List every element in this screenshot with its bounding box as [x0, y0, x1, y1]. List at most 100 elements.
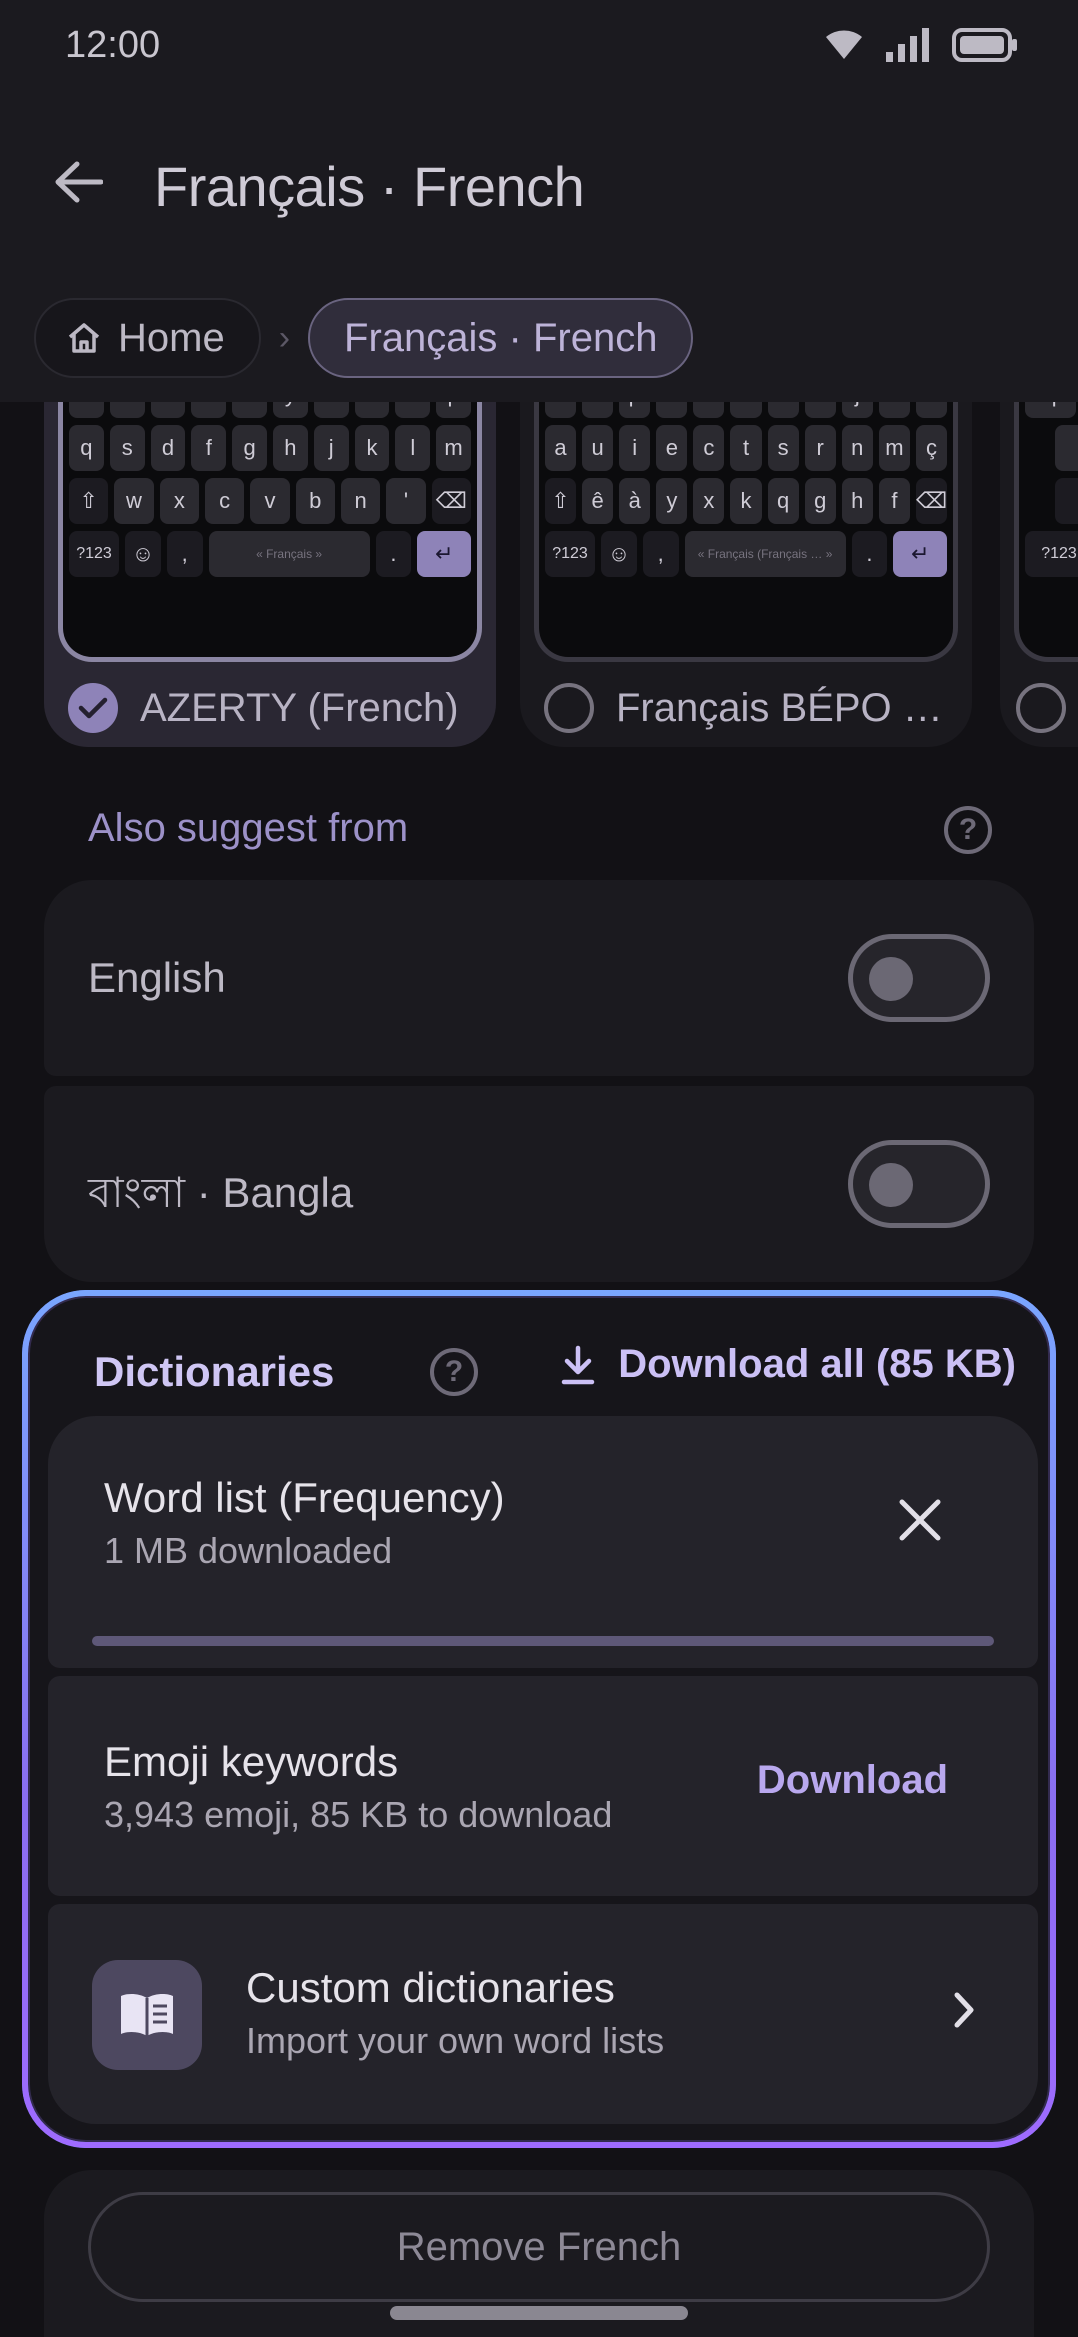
- layout-carousel[interactable]: azertyuiop qsdfghjklm ⇧wxcvbn'⌫ ?123☺,« …: [0, 402, 1078, 752]
- key: h: [272, 425, 308, 471]
- home-icon: [68, 323, 100, 353]
- key-row: a: [1049, 425, 1078, 471]
- key: p: [619, 402, 651, 418]
- backspace-key: ⌫: [431, 478, 471, 524]
- word-list-item[interactable]: Word list (Frequency) 1 MB downloaded: [48, 1416, 1038, 1668]
- app-bar: Français · French: [0, 120, 1078, 250]
- layout-option[interactable]: Français BÉPO …: [544, 683, 943, 733]
- keyboard-preview: bépoèvdljzw auiectsrnmç ⇧êàyxkqghf⌫ ?123…: [534, 402, 958, 662]
- screen: 12:00 Français · French Home › Français …: [0, 0, 1078, 2337]
- enter-key-icon: ↵: [893, 531, 947, 577]
- progress-bar: [92, 1636, 994, 1646]
- key: q: [69, 425, 104, 471]
- suggest-item-bangla[interactable]: বাংলা · Bangla: [44, 1086, 1034, 1282]
- key-row: azertyuiop: [63, 402, 477, 418]
- key: u: [582, 425, 614, 471]
- key-row: ⇧ ê à y x k q g h f ⌫: [539, 478, 953, 524]
- back-button[interactable]: [48, 152, 108, 212]
- key: .: [375, 531, 412, 577]
- key: ç: [915, 425, 948, 471]
- enter-key-icon: ↵: [417, 531, 471, 577]
- download-button[interactable]: Download: [757, 1758, 948, 1803]
- key: x: [159, 478, 199, 524]
- key: n: [340, 478, 381, 524]
- dictionaries-title: Dictionaries: [94, 1348, 335, 1395]
- key: ': [386, 478, 426, 524]
- toggle-knob: [869, 957, 913, 1001]
- close-icon[interactable]: [898, 1498, 942, 1547]
- toggle-switch[interactable]: [848, 934, 990, 1022]
- key: r: [804, 425, 836, 471]
- dictionaries-section: Dictionaries ? Download all (85 KB) Word…: [22, 1290, 1056, 2148]
- breadcrumb-home[interactable]: Home: [34, 298, 261, 378]
- key: r: [191, 402, 227, 418]
- help-icon[interactable]: ?: [944, 806, 992, 854]
- status-icons: [824, 28, 1018, 62]
- key: v: [250, 478, 290, 524]
- top-bar: 12:00 Français · French Home › Français …: [0, 0, 1078, 402]
- key: a: [69, 402, 104, 418]
- layout-option[interactable]: AZERTY (French): [68, 683, 459, 733]
- layout-option[interactable]: [1016, 683, 1066, 733]
- key: ,: [642, 531, 679, 577]
- breadcrumb: Home › Français · French: [34, 298, 694, 378]
- suggest-section-title: Also suggest from: [88, 806, 409, 850]
- space-key: « Français (Français … »: [684, 531, 846, 577]
- download-icon: [561, 1345, 595, 1384]
- radio-unchecked-icon[interactable]: [1016, 683, 1066, 733]
- breadcrumb-current[interactable]: Français · French: [308, 298, 694, 378]
- book-icon: [92, 1960, 202, 2070]
- status-time: 12:00: [65, 24, 161, 66]
- key: p: [436, 402, 471, 418]
- emoji-keywords-item[interactable]: Emoji keywords 3,943 emoji, 85 KB to dow…: [48, 1676, 1038, 1896]
- key: x: [693, 478, 725, 524]
- help-icon[interactable]: ?: [430, 1348, 478, 1396]
- custom-dictionaries-item[interactable]: Custom dictionaries Import your own word…: [48, 1904, 1038, 2124]
- gesture-handle[interactable]: [390, 2306, 688, 2320]
- suggest-item-label: English: [88, 954, 226, 1001]
- custom-dictionaries-subtitle: Import your own word lists: [246, 2020, 665, 2061]
- layout-card-azerty[interactable]: azertyuiop qsdfghjklm ⇧wxcvbn'⌫ ?123☺,« …: [44, 402, 496, 747]
- page-title: Français · French: [154, 155, 585, 218]
- radio-checked-icon[interactable]: [68, 683, 118, 733]
- numeric-key: ?123: [69, 531, 120, 577]
- key: s: [109, 425, 145, 471]
- key: w: [114, 478, 154, 524]
- download-all-label: Download all (85 KB): [618, 1342, 1016, 1386]
- chevron-right-icon: ›: [278, 318, 291, 357]
- download-all-button[interactable]: Download all (85 KB): [560, 1342, 1016, 1387]
- emoji-keywords-title: Emoji keywords: [104, 1738, 399, 1785]
- key: f: [191, 425, 227, 471]
- key: m: [878, 425, 910, 471]
- key: o: [395, 402, 431, 418]
- key: a: [545, 425, 577, 471]
- toggle-switch[interactable]: [848, 1140, 990, 1228]
- layout-card-partial[interactable]: qw a ⇧ ?123: [1000, 402, 1078, 747]
- key: f: [878, 478, 910, 524]
- key: c: [693, 425, 725, 471]
- backspace-key: ⌫: [915, 478, 948, 524]
- key: l: [395, 425, 431, 471]
- key: m: [436, 425, 471, 471]
- keyboard-preview: qw a ⇧ ?123: [1014, 402, 1078, 662]
- key: d: [767, 402, 799, 418]
- emoji-keywords-subtitle: 3,943 emoji, 85 KB to download: [104, 1794, 613, 1835]
- key: y: [272, 402, 308, 418]
- key-row: ?123: [1019, 531, 1078, 577]
- key-row: qsdfghjklm: [63, 425, 477, 471]
- key: t: [730, 425, 762, 471]
- key: z: [109, 402, 145, 418]
- check-icon: [78, 697, 108, 719]
- key: e: [656, 425, 688, 471]
- key: b: [295, 478, 335, 524]
- shift-key: ⇧: [545, 478, 577, 524]
- suggest-item-label: বাংলা · Bangla: [88, 1169, 354, 1216]
- toggle-knob: [869, 1163, 913, 1207]
- layout-card-bepo[interactable]: bépoèvdljzw auiectsrnmç ⇧êàyxkqghf⌫ ?123…: [520, 402, 972, 747]
- numeric-key: ?123: [545, 531, 596, 577]
- breadcrumb-home-label: Home: [118, 315, 225, 360]
- radio-unchecked-icon[interactable]: [544, 683, 594, 733]
- suggest-item-english[interactable]: English: [44, 880, 1034, 1076]
- remove-language-button[interactable]: Remove French: [88, 2192, 990, 2302]
- key: h: [841, 478, 873, 524]
